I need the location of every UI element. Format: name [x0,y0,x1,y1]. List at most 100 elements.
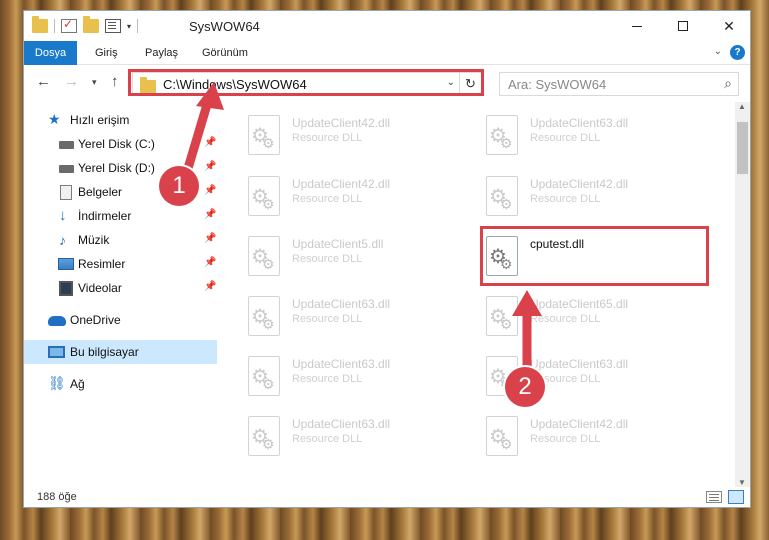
back-button[interactable]: ← [36,73,51,90]
vertical-scrollbar[interactable]: ▲ ▼ [735,102,750,487]
file-type: Resource DLL [292,313,363,325]
nav-item-downloads[interactable]: ↓ İndirmeler 📌 [24,204,217,228]
file-name: UpdateClient5.dll [292,237,384,251]
pin-icon[interactable]: 📌 [204,137,216,148]
drive-icon [59,165,74,173]
new-folder-icon[interactable] [83,16,99,33]
pin-icon[interactable]: 📌 [204,257,216,268]
close-icon: ✕ [723,17,735,34]
file-name: UpdateClient63.dll [292,297,391,311]
recent-locations-icon[interactable]: ▾ [92,77,97,88]
forward-button[interactable]: → [64,73,79,90]
nav-label: İndirmeler [78,209,132,223]
tab-file[interactable]: Dosya [24,41,77,65]
pin-icon[interactable]: 📌 [204,209,216,220]
status-bar: 188 öğe [24,487,750,509]
file-item[interactable]: UpdateClient42.dll Resource DLL [458,409,688,457]
expand-ribbon-icon[interactable]: ⌄ [714,46,722,57]
close-button[interactable]: ✕ [706,11,752,41]
step-badge-2: 2 [505,367,545,407]
file-name: UpdateClient63.dll [530,116,629,130]
nav-label: Belgeler [78,185,123,199]
file-item[interactable]: UpdateClient42.dll Resource DLL [458,169,688,217]
file-list: UpdateClient42.dll Resource DLL UpdateCl… [220,102,734,487]
details-view-icon[interactable] [706,491,722,503]
nav-item-pictures[interactable]: Resimler 📌 [24,252,217,276]
dll-file-icon [486,115,518,155]
pictures-icon [58,258,74,270]
tab-view[interactable]: Görünüm [190,41,260,65]
item-count: 188 öğe [37,491,77,503]
nav-label: Yerel Disk (D:) [78,161,155,175]
nav-item-this-pc[interactable]: Bu bilgisayar [24,340,217,364]
file-item[interactable]: UpdateClient5.dll Resource DLL [220,229,450,277]
file-name: UpdateClient42.dll [292,116,391,130]
nav-item-music[interactable]: ♪ Müzik 📌 [24,228,217,252]
tab-share[interactable]: Paylaş [133,41,190,65]
properties-icon[interactable] [105,19,121,33]
navigation-pane: ★ Hızlı erişim Yerel Disk (C:) 📌 Yerel D… [24,102,217,487]
scroll-down-icon[interactable]: ▼ [738,478,746,487]
pin-icon[interactable]: 📌 [204,233,216,244]
pin-icon[interactable]: 📌 [204,161,216,172]
nav-item-network[interactable]: ⛓ Ağ [24,372,217,396]
ribbon-tabs: Dosya Giriş Paylaş Görünüm ⌄ ? [24,41,750,65]
quick-access-toolbar: ▾ [32,16,139,35]
qat-dropdown-icon[interactable]: ▾ [127,22,131,31]
help-icon[interactable]: ? [730,45,745,60]
file-name: UpdateClient65.dll [530,297,629,311]
step-badge-1: 1 [159,166,199,206]
file-type: Resource DLL [292,373,363,385]
dll-file-icon [248,356,280,396]
toolbar-divider [137,19,139,33]
toolbar-divider [54,19,55,33]
large-icons-view-icon[interactable] [728,490,744,504]
file-item[interactable]: UpdateClient42.dll Resource DLL [220,169,450,217]
file-item[interactable]: UpdateClient42.dll Resource DLL [220,108,450,156]
minimize-button[interactable] [614,11,660,41]
file-item[interactable]: UpdateClient63.dll Resource DLL [220,349,450,397]
file-name: UpdateClient63.dll [292,357,391,371]
properties-check-icon[interactable] [61,17,77,33]
address-highlight-box [128,69,484,96]
nav-item-videos[interactable]: Videolar 📌 [24,276,217,300]
file-name: UpdateClient63.dll [292,417,391,431]
documents-icon [60,185,72,200]
file-item[interactable]: UpdateClient63.dll Resource DLL [458,349,688,397]
pin-icon[interactable]: 📌 [204,185,216,196]
file-item[interactable]: UpdateClient63.dll Resource DLL [220,409,450,457]
nav-item-onedrive[interactable]: OneDrive [24,308,217,332]
up-button[interactable]: ↑ [111,73,119,90]
maximize-button[interactable] [660,11,706,41]
cloud-icon [48,316,66,326]
dll-file-icon [248,115,280,155]
file-item[interactable]: UpdateClient63.dll Resource DLL [458,108,688,156]
dll-file-icon [248,296,280,336]
search-input[interactable]: Ara: SysWOW64 ⌕ [499,72,739,96]
file-item[interactable]: UpdateClient63.dll Resource DLL [220,289,450,337]
scroll-thumb[interactable] [737,122,748,174]
minimize-icon [632,25,642,27]
tab-home[interactable]: Giriş [83,41,130,65]
file-type: Resource DLL [292,433,363,445]
file-item[interactable]: UpdateClient65.dll Resource DLL [458,289,688,337]
search-placeholder: Ara: SysWOW64 [508,77,607,92]
file-type: Resource DLL [530,193,601,205]
nav-label: Videolar [78,281,122,295]
file-type: Resource DLL [292,132,363,144]
title-bar: ▾ SysWOW64 ✕ [24,11,750,41]
search-icon[interactable]: ⌕ [724,75,732,92]
nav-label: OneDrive [70,313,121,327]
pin-icon[interactable]: 📌 [204,281,216,292]
star-icon: ★ [48,111,61,127]
dll-file-icon [486,416,518,456]
nav-label: Müzik [78,233,110,247]
music-icon: ♪ [59,232,66,248]
nav-quick-access[interactable]: ★ Hızlı erişim [24,108,217,132]
scroll-up-icon[interactable]: ▲ [738,102,746,111]
nav-label: Ağ [70,377,85,391]
nav-item-local-disk-c[interactable]: Yerel Disk (C:) 📌 [24,132,217,156]
dll-file-icon [486,296,518,336]
file-type: Resource DLL [292,193,363,205]
dll-file-icon [248,416,280,456]
